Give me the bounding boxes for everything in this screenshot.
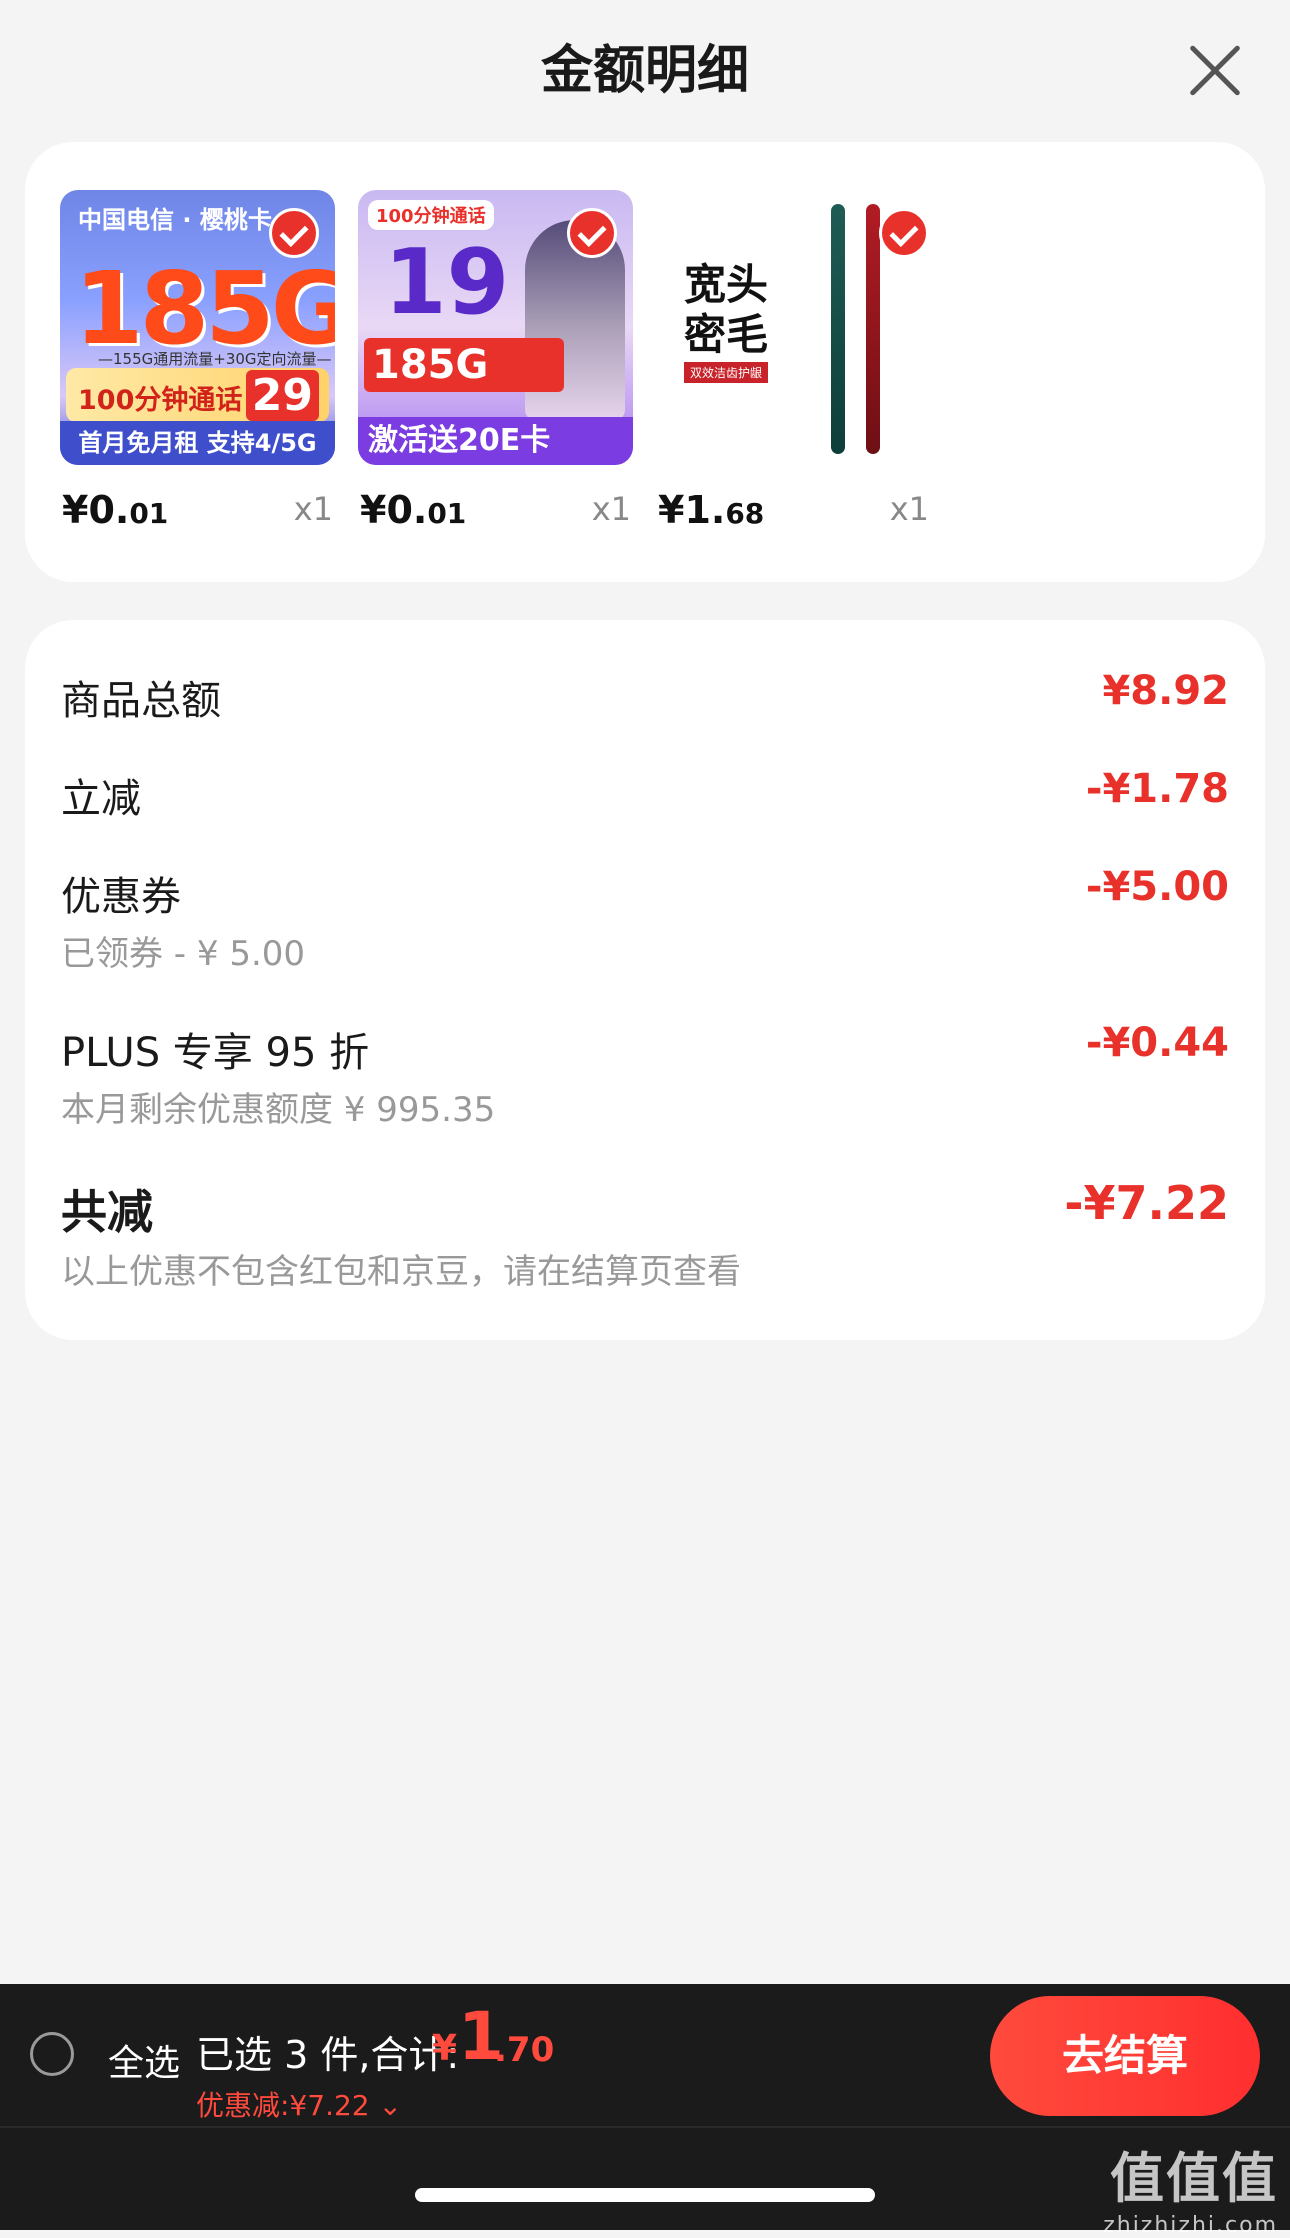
product-price: ¥1.68 [658,488,765,532]
watermark: 值值值 zhizhizhi.com [1103,2134,1278,2238]
select-all-radio[interactable] [30,2032,74,2076]
summary-instant-value: -¥1.78 [1085,766,1229,812]
summary-total-label: 商品总额 [61,678,221,724]
product-price: ¥0.01 [360,488,467,532]
toothbrush-graphic [866,204,880,454]
product-price: ¥0.01 [62,488,169,532]
summary-coupon-value: -¥5.00 [1085,864,1229,910]
summary-saved-label: 共减 [61,1185,153,1239]
discount-toggle[interactable]: 优惠减:¥7.22 ⌄ [196,2084,402,2124]
checkmark-icon[interactable] [567,208,617,258]
summary-coupon-sub: 已领券 - ¥ 5.00 [61,934,306,974]
checkmark-icon[interactable] [269,208,319,258]
selected-count-text: 已选 3 件,合计: [196,2033,460,2077]
product-image-text: 100分钟通话 [78,385,243,416]
page-title: 金额明细 [540,41,749,101]
product-image-text: 100分钟通话 [368,200,494,230]
home-indicator[interactable] [415,2188,875,2202]
total-decimal: .70 [494,2030,555,2070]
summary-plus-sub: 本月剩余优惠额度 ¥ 995.35 [61,1090,496,1130]
select-all-label[interactable]: 全选 [108,2034,180,2086]
summary-saved-sub: 以上优惠不包含红包和京豆，请在结算页查看 [61,1252,741,1292]
watermark-text: 值值值 [1110,2147,1278,2210]
product-image-text: 首月免月租 支持4/5G [60,421,335,465]
product-item[interactable]: 宽头 密毛 双效洁齿护龈 ¥1.68 x1 [656,190,931,532]
product-quantity: x1 [889,490,929,528]
product-quantity: x1 [293,490,333,528]
product-image[interactable]: 中国电信 · 樱桃卡 185G —155G通用流量+30G定向流量— 100分钟… [60,190,335,465]
product-image[interactable]: 宽头 密毛 双效洁齿护龈 [656,190,931,465]
watermark-url: zhizhizhi.com [1103,2213,1278,2238]
header: 金额明细 [0,0,1290,130]
total-currency: ¥ [432,2028,458,2069]
product-image[interactable]: 100分钟通话 19 185G 激活送20E卡 [358,190,633,465]
product-image-band: 100分钟通话 29 [66,368,329,422]
summary-card: 商品总额 ¥8.92 立减 -¥1.78 优惠券 -¥5.00 已领券 - ¥ … [25,620,1265,1340]
product-image-text: 宽头 密毛 [684,260,769,359]
bottom-checkout-bar: 全选 已选 3 件,合计: ¥ 1 .70 优惠减:¥7.22 ⌄ 去结算 值值… [0,1984,1290,2238]
checkout-button[interactable]: 去结算 [990,1996,1260,2116]
products-card: 中国电信 · 樱桃卡 185G —155G通用流量+30G定向流量— 100分钟… [25,142,1265,582]
close-icon[interactable] [1185,40,1245,100]
summary-instant-label: 立减 [61,776,141,822]
product-quantity: x1 [591,490,631,528]
product-image-text: 19 [384,230,510,335]
summary-total-value: ¥8.92 [1102,668,1229,714]
product-image-text: 激活送20E卡 [358,417,633,465]
toothbrush-graphic [831,204,845,454]
summary-coupon-label: 优惠券 [61,874,181,920]
checkmark-icon[interactable] [879,208,929,258]
brand-logo: 中国电信 · 樱桃卡 [78,206,272,234]
summary-saved-value: -¥7.22 [1064,1176,1229,1230]
product-image-text: 双效洁齿护龈 [684,362,769,383]
summary-plus-label: PLUS 专享 95 折 [61,1030,370,1076]
product-item[interactable]: 中国电信 · 樱桃卡 185G —155G通用流量+30G定向流量— 100分钟… [60,190,335,532]
product-image-text: 29 [245,370,319,421]
product-item[interactable]: 100分钟通话 19 185G 激活送20E卡 ¥0.01 x1 [358,190,633,532]
product-image-text: —155G通用流量+30G定向流量— [98,350,332,368]
product-image-text: 185G [364,338,564,392]
summary-plus-value: -¥0.44 [1085,1020,1229,1066]
divider [0,2126,1290,2128]
